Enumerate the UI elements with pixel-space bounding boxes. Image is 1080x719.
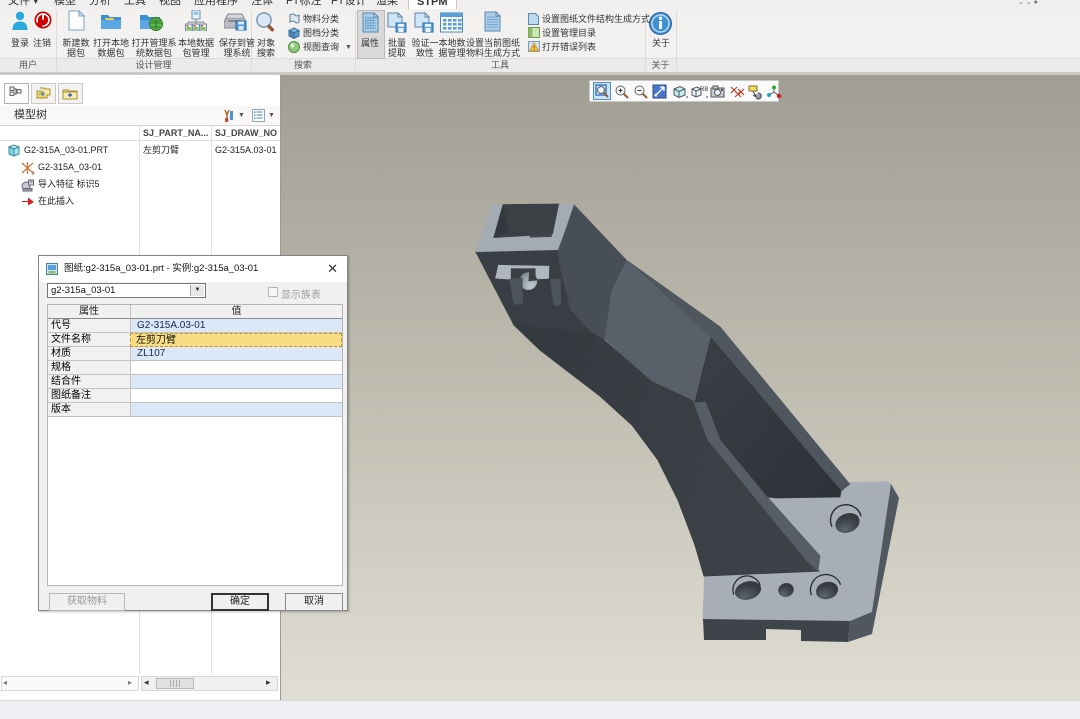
svg-text:RB: RB <box>700 87 708 93</box>
